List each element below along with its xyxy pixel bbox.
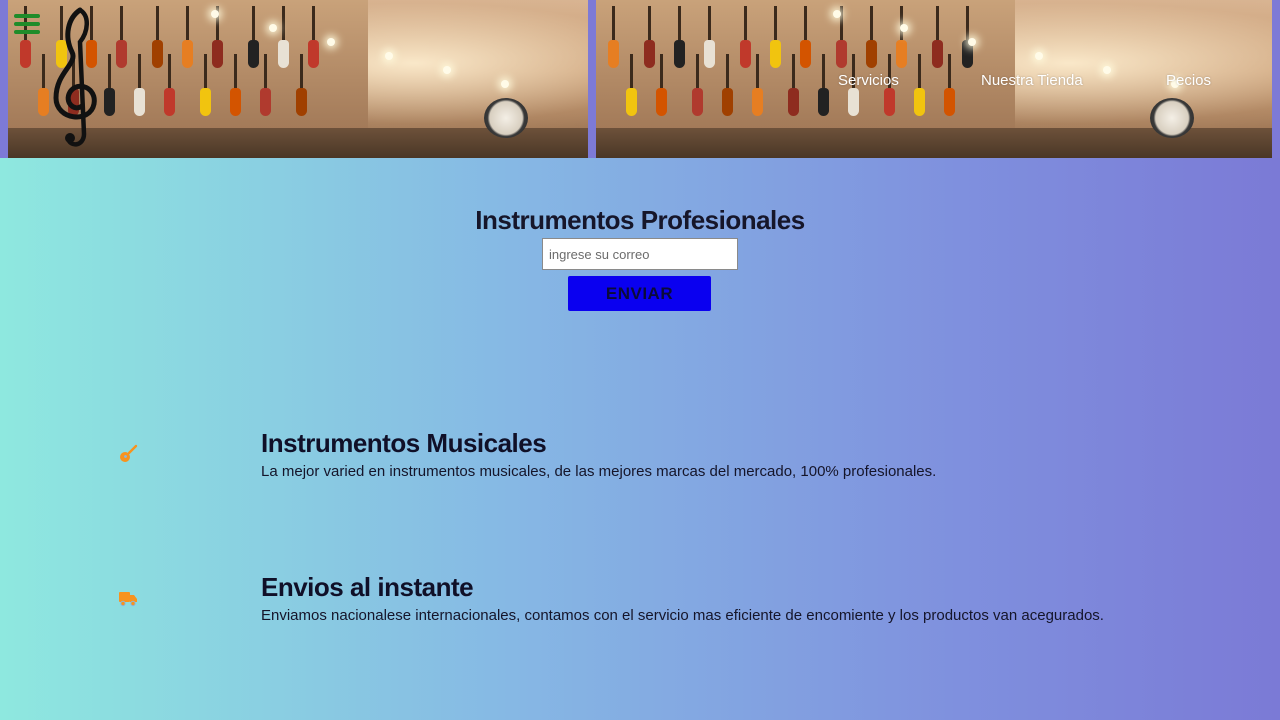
guitar-decor (164, 88, 175, 116)
guitar-decor (134, 88, 145, 116)
email-input[interactable] (542, 238, 738, 270)
guitar-decor (704, 40, 715, 68)
guitar-decor (626, 88, 637, 116)
ceiling-lamp-decor (327, 38, 335, 46)
guitar-decor (104, 88, 115, 116)
hamburger-menu-icon[interactable] (14, 14, 40, 38)
guitar-decor (674, 40, 685, 68)
main-nav: Servicios Nuestra Tienda Pecios (0, 72, 1280, 92)
guitar-neck-decor (282, 6, 285, 42)
guitar-neck-decor (252, 6, 255, 42)
guitar-decor (944, 88, 955, 116)
ceiling-lamp-decor (832, 10, 841, 18)
guitar-decor (770, 40, 781, 68)
guitar-decor (722, 88, 733, 116)
header-banner: Servicios Nuestra Tienda Pecios (0, 0, 1280, 158)
nav-link-servicios[interactable]: Servicios (838, 72, 899, 89)
guitar-decor (932, 40, 943, 68)
guitar-decor (296, 88, 307, 116)
guitar-neck-decor (708, 6, 711, 42)
guitar-decor (230, 88, 241, 116)
guitar-decor (884, 88, 895, 116)
guitar-neck-decor (648, 6, 651, 42)
guitar-neck-decor (966, 6, 969, 42)
guitar-decor (800, 40, 811, 68)
guitar-decor (818, 88, 829, 116)
hero-title: Instrumentos Profesionales (475, 205, 805, 235)
truck-icon (118, 588, 138, 608)
ceiling-lamp-decor (385, 52, 393, 60)
feature-title: Instrumentos Musicales (261, 428, 547, 458)
guitar-decor (896, 40, 907, 68)
guitar-decor (308, 40, 319, 68)
send-button[interactable]: ENVIAR (568, 276, 711, 311)
nav-link-nuestra-tienda[interactable]: Nuestra Tienda (981, 72, 1083, 89)
guitar-neck-decor (312, 6, 315, 42)
feature-description: La mejor varied en instrumentos musicale… (261, 463, 937, 480)
guitar-decor (866, 40, 877, 68)
nav-link-pecios[interactable]: Pecios (1166, 72, 1211, 89)
guitar-decor (848, 88, 859, 116)
guitar-decor (788, 88, 799, 116)
drum-kit-decor (483, 98, 528, 138)
guitar-neck-decor (744, 6, 747, 42)
ceiling-lamp-decor (211, 10, 219, 18)
guitar-decor (278, 40, 289, 68)
guitar-neck-decor (804, 6, 807, 42)
feature-description: Enviamos nacionalese internacionales, co… (261, 607, 1104, 624)
guitar-decor (116, 40, 127, 68)
ceiling-lamp-decor (1035, 52, 1044, 60)
ceiling-lamp-decor (269, 24, 277, 32)
guitar-decor (644, 40, 655, 68)
guitar-decor (260, 88, 271, 116)
guitar-decor (836, 40, 847, 68)
guitar-decor (20, 40, 31, 68)
guitar-neck-decor (156, 6, 159, 42)
guitar-decor (248, 40, 259, 68)
guitar-neck-decor (186, 6, 189, 42)
feature-title: Envios al instante (261, 572, 474, 602)
guitar-decor (914, 88, 925, 116)
ceiling-lamp-decor (967, 38, 976, 46)
guitar-decor (692, 88, 703, 116)
guitar-neck-decor (936, 6, 939, 42)
guitar-neck-decor (870, 6, 873, 42)
guitar-decor (200, 88, 211, 116)
drum-kit-decor (1150, 98, 1195, 138)
guitar-decor (182, 40, 193, 68)
guitar-neck-decor (678, 6, 681, 42)
guitar-decor (212, 40, 223, 68)
guitar-decor (608, 40, 619, 68)
guitar-neck-decor (612, 6, 615, 42)
guitar-decor (152, 40, 163, 68)
guitar-decor (38, 88, 49, 116)
guitar-neck-decor (774, 6, 777, 42)
guitar-decor (656, 88, 667, 116)
guitar-neck-decor (120, 6, 123, 42)
guitar-decor (752, 88, 763, 116)
guitar-icon (118, 444, 138, 464)
guitar-decor (740, 40, 751, 68)
